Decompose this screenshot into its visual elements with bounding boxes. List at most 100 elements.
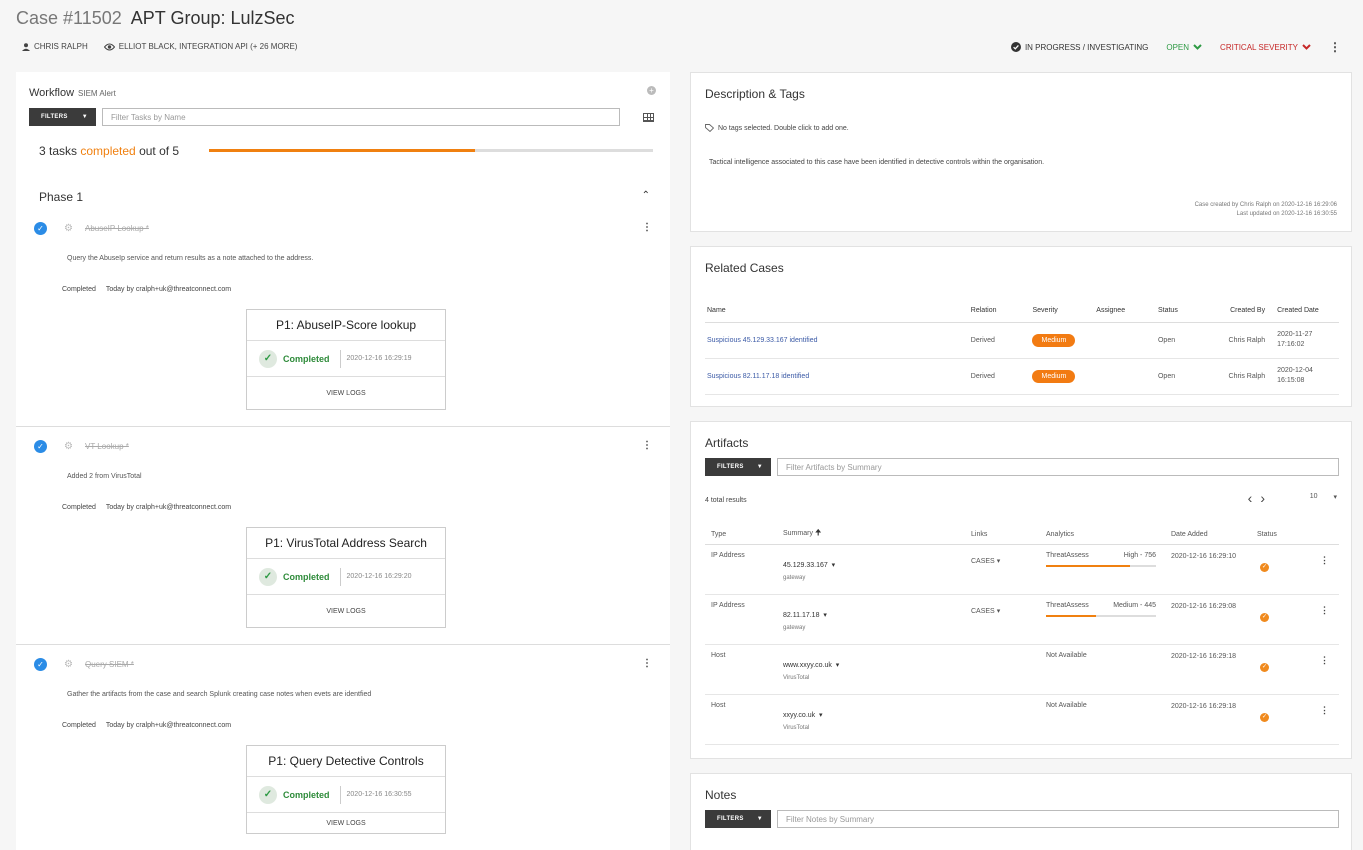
chevron-down-icon: [1193, 44, 1202, 50]
caret-down-icon[interactable]: ▾: [819, 712, 823, 719]
next-page-icon[interactable]: ›: [1260, 490, 1273, 506]
check-circle-icon[interactable]: ✓: [34, 658, 47, 671]
task-name[interactable]: AbuseIP Lookup *: [85, 224, 149, 233]
col-assignee[interactable]: Assignee: [1094, 299, 1156, 323]
notes-filters-button[interactable]: FILTERS ▼: [705, 810, 771, 828]
col-summary[interactable]: Summary 🠉: [777, 525, 965, 545]
artifact-value[interactable]: 45.129.33.167: [783, 562, 828, 569]
task-menu-icon[interactable]: ⋮: [642, 440, 652, 451]
task-completion: Completed Today by cralph+uk@threatconnec…: [62, 286, 232, 293]
artifact-links[interactable]: CASES ▾: [965, 544, 1040, 595]
resolution-dropdown[interactable]: OPEN: [1166, 43, 1202, 52]
tag-icon: [705, 124, 714, 132]
view-logs-button[interactable]: VIEW LOGS: [247, 595, 445, 627]
col-links[interactable]: Links: [965, 525, 1040, 545]
description-panel: Description & Tags No tags selected. Dou…: [690, 72, 1352, 232]
tags-area[interactable]: No tags selected. Double click to add on…: [705, 124, 849, 132]
page-size-select[interactable]: 10 ▾: [1310, 493, 1337, 501]
col-name[interactable]: Name: [705, 299, 969, 323]
check-icon: ✓: [259, 785, 277, 804]
artifact-summary: www.xxyy.co.uk ▾ VirusTotal: [777, 644, 965, 695]
task-filters-button[interactable]: FILTERS ▼: [29, 108, 96, 126]
caret-down-icon[interactable]: ▾: [823, 612, 827, 619]
task-menu-icon[interactable]: ⋮: [642, 222, 652, 233]
task-description: Query the AbuseIp service and return res…: [67, 255, 314, 262]
caret-down-icon: ▾: [996, 557, 1001, 565]
watchers[interactable]: ELLIOT BLACK, INTEGRATION API (+ 26 MORE…: [103, 42, 297, 51]
caret-down-icon: ▼: [756, 464, 763, 470]
col-status[interactable]: Status: [1155, 299, 1216, 323]
playbook-card: P1: AbuseIP-Score lookup ✓ Completed 202…: [246, 309, 446, 410]
artifact-links[interactable]: CASES ▾: [965, 594, 1040, 645]
pagination: ‹›: [1248, 490, 1273, 506]
col-analytics[interactable]: Analytics: [1040, 525, 1165, 545]
artifacts-title: Artifacts: [705, 436, 749, 450]
task-filter-input[interactable]: Filter Tasks by Name: [102, 108, 620, 126]
row-menu-icon[interactable]: ⋮: [1320, 705, 1329, 715]
table-row: Host www.xxyy.co.uk ▾ VirusTotal Not Ava…: [705, 644, 1339, 695]
artifact-filters-button[interactable]: FILTERS ▼: [705, 458, 771, 476]
chevron-up-icon[interactable]: ⌃: [642, 190, 650, 201]
task-menu-icon[interactable]: ⋮: [642, 658, 652, 669]
check-circle-icon[interactable]: ✓: [34, 222, 47, 235]
row-menu-icon[interactable]: ⋮: [1320, 655, 1329, 665]
add-task-icon[interactable]: +: [647, 86, 656, 95]
user-icon: [22, 42, 30, 51]
artifact-links: [965, 644, 1040, 695]
case-timestamps: Case created by Chris Ralph on 2020-12-1…: [1194, 202, 1337, 217]
caret-down-icon[interactable]: ▾: [832, 562, 836, 569]
owner[interactable]: CHRIS RALPH: [22, 42, 88, 51]
view-logs-button[interactable]: VIEW LOGS: [247, 377, 445, 409]
playbook-title: P1: Query Detective Controls: [247, 746, 445, 777]
table-row: Suspicious 45.129.33.167 identified Deri…: [705, 322, 1339, 359]
phase-title: Phase 1: [39, 190, 84, 204]
artifact-value[interactable]: 82.11.17.18: [783, 612, 819, 619]
artifact-analytics: Not Available: [1040, 694, 1165, 745]
check-circle-icon[interactable]: ✓: [34, 440, 47, 453]
view-logs-button[interactable]: VIEW LOGS: [247, 813, 445, 833]
caret-down-icon[interactable]: ▾: [836, 662, 840, 669]
task-name[interactable]: VT Lookup *: [85, 442, 129, 451]
status-dropdown[interactable]: IN PROGRESS / INVESTIGATING: [1010, 42, 1148, 52]
row-menu-icon[interactable]: ⋮: [1320, 605, 1329, 615]
artifact-filter-input[interactable]: Filter Artifacts by Summary: [777, 458, 1339, 476]
col-status[interactable]: Status: [1251, 525, 1311, 545]
related-case-link[interactable]: Suspicious 82.11.17.18 identified: [705, 358, 969, 395]
col-type[interactable]: Type: [705, 525, 777, 545]
artifact-value[interactable]: www.xxyy.co.uk: [783, 662, 832, 669]
artifacts-table: Type Summary 🠉 Links Analytics Date Adde…: [705, 525, 1339, 745]
caret-down-icon: ▾: [996, 607, 1001, 615]
task-description: Gather the artifacts from the case and s…: [67, 691, 372, 698]
task-progress-fill: [209, 149, 476, 152]
task-completion: Completed Today by cralph+uk@threatconnec…: [62, 504, 232, 511]
col-severity[interactable]: Severity: [1030, 299, 1095, 323]
table-view-icon[interactable]: [643, 113, 654, 122]
gears-icon: ⚙: [64, 223, 73, 234]
task-completion: Completed Today by cralph+uk@threatconnec…: [62, 722, 232, 729]
related-case-link[interactable]: Suspicious 45.129.33.167 identified: [705, 322, 969, 359]
severity-dropdown[interactable]: CRITICAL SEVERITY: [1220, 43, 1311, 52]
related-cases-panel: Related Cases Name Relation Severity Ass…: [690, 246, 1352, 407]
prev-page-icon[interactable]: ‹: [1248, 490, 1261, 506]
gears-icon: ⚙: [64, 659, 73, 670]
notes-filter-input[interactable]: Filter Notes by Summary: [777, 810, 1339, 828]
task-name[interactable]: Query SIEM *: [85, 660, 134, 669]
col-created-by[interactable]: Created By: [1215, 299, 1276, 323]
col-relation[interactable]: Relation: [968, 299, 1031, 323]
row-menu-icon[interactable]: ⋮: [1320, 555, 1329, 565]
artifact-links: [965, 694, 1040, 745]
workflow-title: Workflow SIEM Alert: [29, 87, 116, 99]
table-row: IP Address 82.11.17.18 ▾ gateway CASES ▾…: [705, 594, 1339, 645]
gears-icon: ⚙: [64, 441, 73, 452]
check-icon: ✓: [259, 567, 277, 586]
notes-panel: Notes FILTERS ▼ Filter Notes by Summary: [690, 773, 1352, 850]
status-check-icon: ✓: [1260, 612, 1269, 622]
more-menu-icon[interactable]: ⋮: [1329, 40, 1341, 54]
analytic-score-bar: [1046, 564, 1156, 567]
col-created-date[interactable]: Created Date: [1275, 299, 1339, 323]
task-progress-bar: [209, 149, 653, 152]
col-date-added[interactable]: Date Added: [1165, 525, 1251, 545]
artifact-value[interactable]: xxyy.co.uk: [783, 712, 815, 719]
playbook-title: P1: AbuseIP-Score lookup: [247, 310, 445, 341]
workflow-panel: Workflow SIEM Alert + FILTERS ▼ Filter Tas…: [16, 72, 670, 850]
